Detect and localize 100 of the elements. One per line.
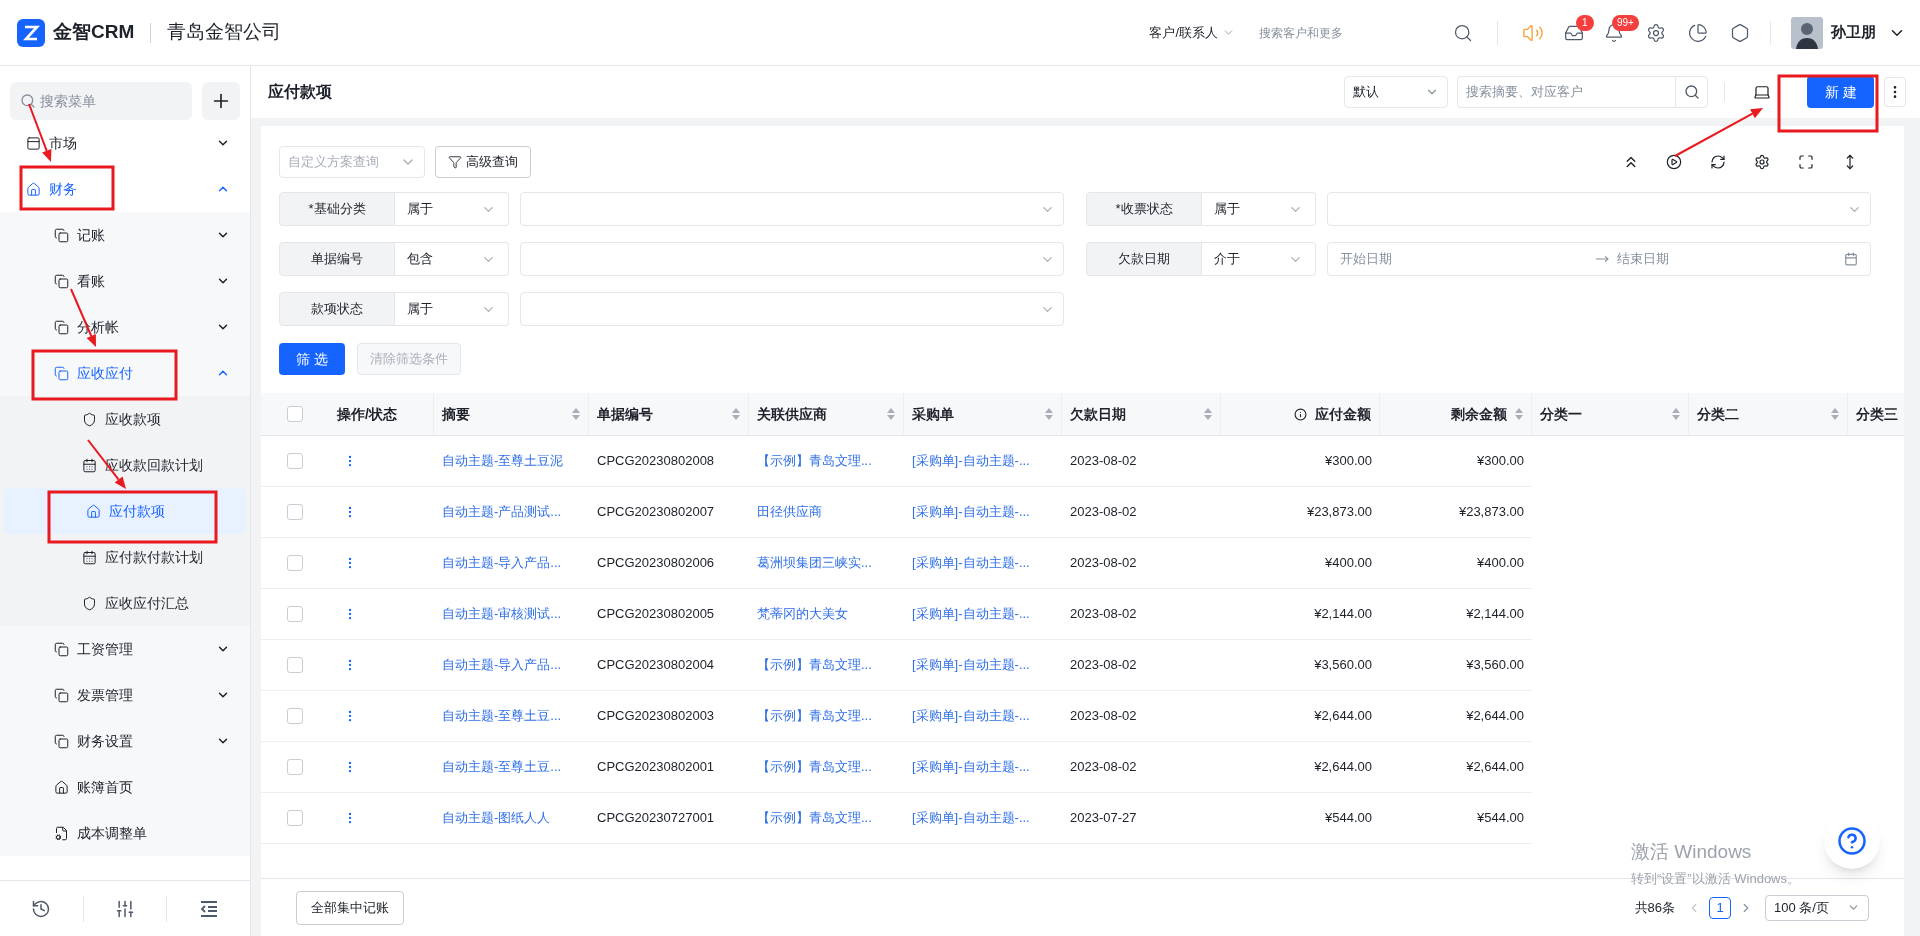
laptop-icon[interactable] [1753, 83, 1771, 101]
table-link[interactable]: [采购单]-自动主题-... [912, 604, 1030, 624]
search-scope-select[interactable]: 客户/联系人 [1149, 22, 1235, 43]
checkbox[interactable] [287, 555, 303, 571]
sidebar-item[interactable]: 成本调整单 [0, 810, 250, 856]
table-link[interactable]: 【示例】青岛文理... [757, 655, 872, 675]
column-header[interactable]: 应付金额 [1221, 393, 1380, 435]
column-header[interactable]: 采购单 [904, 393, 1062, 435]
checkbox[interactable] [287, 406, 303, 422]
table-cell-text: ¥3,560.00 [1314, 656, 1372, 675]
collapse-icon[interactable] [198, 899, 219, 918]
table-cell-text: ¥2,644.00 [1314, 758, 1372, 777]
sidebar-item[interactable]: 发票管理 [0, 672, 250, 718]
sidebar-item[interactable]: 工资管理 [0, 626, 250, 672]
table-link[interactable]: [采购单]-自动主题-... [912, 451, 1030, 471]
checkbox[interactable] [287, 759, 303, 775]
filter-label: 欠款日期 [1086, 242, 1202, 276]
table-link[interactable]: 自动主题-至尊土豆... [442, 757, 562, 777]
column-header[interactable]: 剩余金额 [1380, 393, 1532, 435]
sidebar-item[interactable]: 看账 [0, 258, 250, 304]
column-header[interactable]: 单据编号 [589, 393, 749, 435]
table-cell-text: 2023-08-02 [1070, 707, 1137, 726]
sidebar-item[interactable]: 应付款付款计划 [0, 534, 250, 580]
shield-icon [82, 595, 97, 611]
sidebar-item[interactable]: 应收应付 [0, 350, 250, 396]
table-link[interactable]: 田径供应商 [757, 502, 822, 522]
checkbox[interactable] [287, 657, 303, 673]
page-button[interactable]: 1 [1709, 896, 1731, 919]
advanced-query-button[interactable]: 高级查询 [435, 146, 531, 178]
user-name[interactable]: 孙卫朋 [1831, 21, 1876, 44]
checkbox[interactable] [287, 453, 303, 469]
column-header[interactable]: 关联供应商 [749, 393, 904, 435]
logo-icon [17, 18, 45, 47]
table-link[interactable]: 自动主题-审核测试... [442, 604, 562, 624]
notification-badge: 1 [1576, 14, 1594, 31]
operator-select[interactable]: 包含 [395, 242, 509, 276]
table-link[interactable]: [采购单]-自动主题-... [912, 706, 1030, 726]
view-select[interactable]: 默认 [1344, 76, 1448, 108]
column-header[interactable]: 欠款日期 [1062, 393, 1221, 435]
sidebar-item[interactable]: 记账 [0, 212, 250, 258]
clear-filter-button: 清除筛选条件 [357, 343, 461, 375]
settings-icon[interactable] [1754, 154, 1770, 170]
page-size-select[interactable]: 100 条/页 [1765, 894, 1869, 921]
table-link[interactable]: 自动主题-图纸人人 [442, 808, 551, 828]
help-icon [1837, 826, 1867, 856]
more-button[interactable] [1884, 77, 1906, 107]
table-link[interactable]: 【示例】青岛文理... [757, 808, 872, 828]
new-button[interactable]: 新建 [1807, 76, 1874, 108]
operator-select[interactable]: 属于 [395, 292, 509, 326]
column-header[interactable]: 摘要 [434, 393, 589, 435]
batch-bookkeeping-button[interactable]: 全部集中记账 [296, 890, 404, 925]
search-icon [20, 93, 36, 109]
search-icon[interactable] [1453, 22, 1473, 43]
checkbox[interactable] [287, 606, 303, 622]
table-link[interactable]: [采购单]-自动主题-... [912, 655, 1030, 675]
sidebar-item[interactable]: 财务设置 [0, 718, 250, 764]
checkbox[interactable] [287, 708, 303, 724]
avatar[interactable] [1791, 16, 1823, 49]
settings-icon[interactable] [1646, 22, 1666, 43]
sidebar-item[interactable]: 应付款项 [4, 488, 246, 534]
search-icon[interactable] [1683, 84, 1700, 100]
table-link[interactable]: [采购单]-自动主题-... [912, 553, 1030, 573]
history-icon[interactable] [31, 898, 52, 919]
column-header[interactable]: 分类一 [1532, 393, 1689, 435]
sidebar-item[interactable]: 财务 [0, 166, 250, 212]
column-header[interactable]: 分类三 [1848, 393, 1904, 435]
sidebar-item[interactable]: 应收应付汇总 [0, 580, 250, 626]
play-icon[interactable] [1666, 154, 1682, 170]
column-header[interactable]: 分类二 [1689, 393, 1848, 435]
sidebar-item[interactable]: 应收款项 [0, 396, 250, 442]
table-link[interactable]: 【示例】青岛文理... [757, 451, 872, 471]
table-link[interactable]: 自动主题-导入产品... [442, 553, 562, 573]
pie-chart-icon[interactable] [1688, 22, 1708, 43]
table-link[interactable]: 自动主题-至尊土豆... [442, 706, 562, 726]
sidebar-item[interactable]: 市场 [0, 120, 250, 166]
table-cell-text: 2023-08-02 [1070, 758, 1137, 777]
column-header[interactable]: 操作/状态 [329, 393, 434, 435]
table-link[interactable]: [采购单]-自动主题-... [912, 808, 1030, 828]
add-button[interactable] [202, 82, 240, 120]
sidebar-item[interactable]: 账簿首页 [0, 764, 250, 810]
operator-select[interactable]: 属于 [1202, 192, 1316, 226]
filter-button[interactable]: 筛选 [279, 343, 345, 375]
checkbox[interactable] [287, 504, 303, 520]
table-link[interactable]: 【示例】青岛文理... [757, 757, 872, 777]
table-link[interactable]: 自动主题-导入产品... [442, 655, 562, 675]
sliders-icon[interactable] [115, 898, 135, 919]
table-link[interactable]: 自动主题-至尊土豆泥 [442, 451, 564, 471]
table-link[interactable]: 梵蒂冈的大美女 [757, 604, 848, 624]
fullscreen-icon[interactable] [1798, 154, 1814, 170]
table-link[interactable]: [采购单]-自动主题-... [912, 757, 1030, 777]
operator-select[interactable]: 介于 [1202, 242, 1316, 276]
operator-select[interactable]: 属于 [395, 192, 509, 226]
info-icon[interactable] [1294, 407, 1307, 421]
table-link[interactable]: 【示例】青岛文理... [757, 706, 872, 726]
hexagon-icon[interactable] [1730, 22, 1750, 43]
table-link[interactable]: 自动主题-产品测试... [442, 502, 562, 522]
table-link[interactable]: 葛洲坝集团三峡实... [757, 553, 872, 573]
refresh-icon[interactable] [1710, 154, 1726, 170]
checkbox[interactable] [287, 810, 303, 826]
table-link[interactable]: [采购单]-自动主题-... [912, 502, 1030, 522]
